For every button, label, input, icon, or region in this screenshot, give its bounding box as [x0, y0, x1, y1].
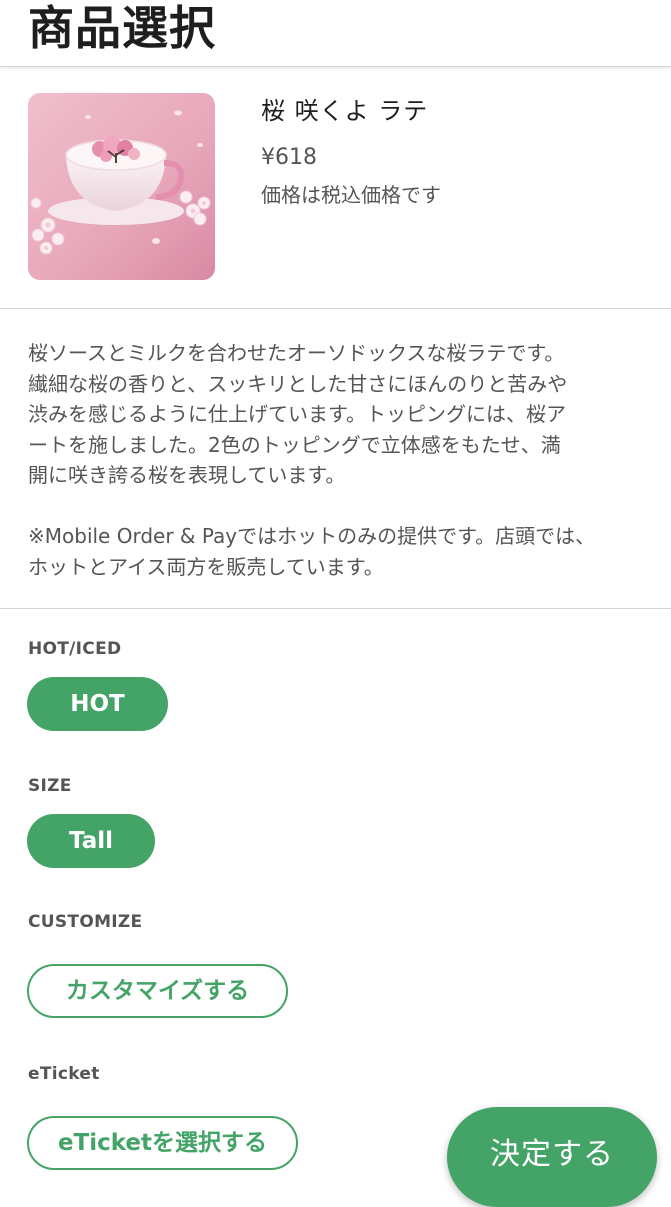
- description-line: 桜ソースとミルクを合わせたオーソドックスな桜ラテです。: [28, 341, 565, 365]
- product-price: ¥618: [261, 145, 317, 170]
- availability-note-line: ホットとアイス両方を販売しています。: [28, 554, 384, 579]
- size-tall-button[interactable]: Tall: [27, 814, 155, 868]
- header-bar: 商品選択: [0, 0, 671, 67]
- product-summary: 桜 咲くよ ラテ ¥618 価格は税込価格です: [0, 67, 671, 309]
- size-label: SIZE: [28, 776, 72, 796]
- eticket-label: eTicket: [28, 1064, 100, 1084]
- hot-iced-label: HOT/ICED: [28, 639, 122, 659]
- confirm-button[interactable]: 決定する: [447, 1107, 657, 1207]
- page-title: 商品選択: [28, 1, 216, 55]
- description-line: 繊細な桜の香りと、スッキリとした甘さにほんのりと苦みや: [28, 371, 568, 396]
- description-line: ートを施しました。2色のトッピングで立体感をもたせ、満: [28, 432, 561, 457]
- hot-option-button[interactable]: HOT: [27, 677, 168, 731]
- tax-note: 価格は税込価格です: [261, 183, 441, 207]
- product-description: 桜ソースとミルクを合わせたオーソドックスな桜ラテです。 繊細な桜の香りと、スッキ…: [0, 308, 671, 609]
- description-line: 渋みを感じるように仕上げています。トッピングには、桜ア: [28, 402, 566, 426]
- sakura-latte-image: [28, 93, 215, 280]
- availability-note-line: ※Mobile Order & Payではホットのみの提供です。店頭では、: [28, 524, 596, 548]
- customize-label: CUSTOMIZE: [28, 912, 143, 932]
- description-text: 桜ソースとミルクを合わせたオーソドックスな桜ラテです。 繊細な桜の香りと、スッキ…: [28, 338, 648, 582]
- product-name: 桜 咲くよ ラテ: [261, 97, 429, 125]
- select-eticket-button[interactable]: eTicketを選択する: [27, 1116, 298, 1170]
- customize-button[interactable]: カスタマイズする: [27, 964, 288, 1018]
- description-line: 開に咲き誇る桜を表現しています。: [28, 463, 346, 487]
